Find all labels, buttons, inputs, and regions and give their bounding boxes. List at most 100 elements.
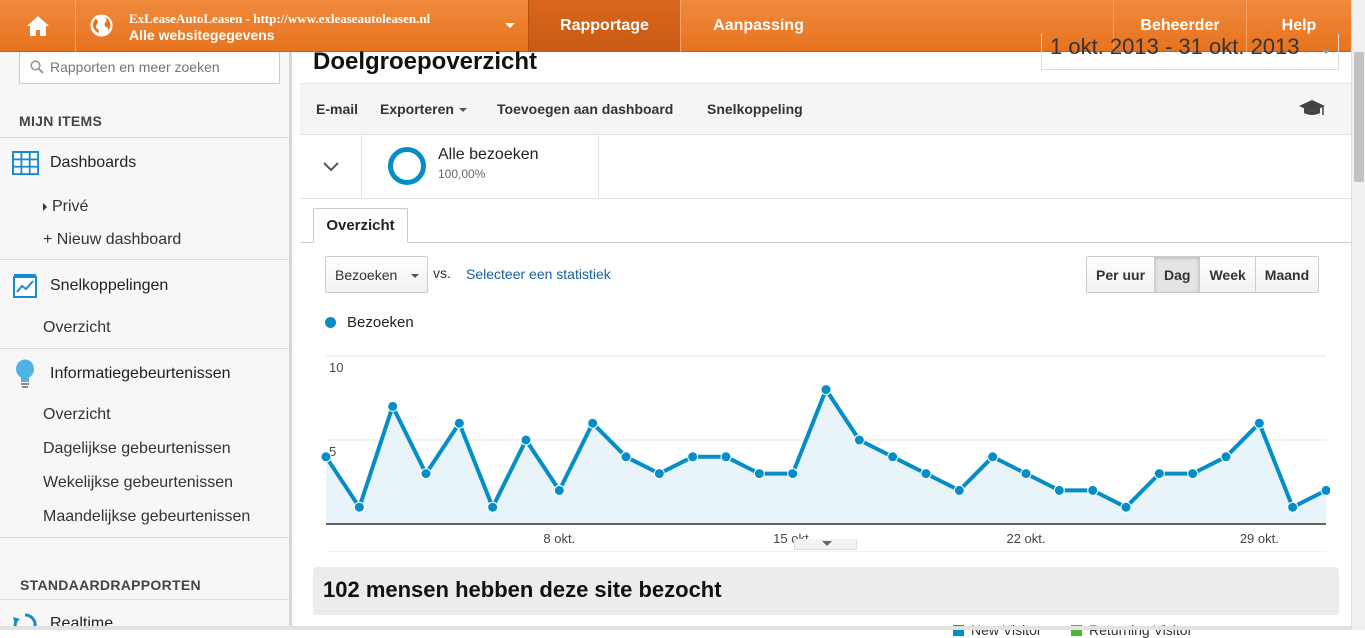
export-button[interactable]: Exporteren: [380, 101, 467, 117]
segment-percentage: 100,00%: [438, 167, 486, 181]
chevron-down-icon: [822, 541, 832, 546]
segment-toggle-button[interactable]: [300, 135, 362, 198]
caret-right-icon: [43, 202, 47, 211]
data-point: [1287, 501, 1299, 513]
dashboard-grid-icon: [11, 151, 39, 175]
shortcut-chart-icon: [13, 274, 37, 298]
data-point: [1087, 484, 1099, 496]
data-point: [1253, 417, 1265, 429]
metric-dropdown[interactable]: Bezoeken: [325, 256, 428, 293]
segment-name: Alle bezoeken: [438, 146, 539, 163]
sidebar-item-prive[interactable]: Privé: [43, 198, 88, 216]
search-input[interactable]: [50, 56, 270, 78]
granularity-week-button[interactable]: Week: [1200, 257, 1256, 292]
account-name: ExLeaseAutoLeasen - http://www.exleaseau…: [129, 11, 431, 26]
data-point: [1053, 484, 1065, 496]
sidebar-item-daily-events[interactable]: Dagelijkse gebeurtenissen: [43, 440, 231, 458]
add-to-dashboard-button[interactable]: Toevoegen aan dashboard: [497, 101, 673, 117]
data-point: [853, 434, 865, 446]
data-point: [653, 468, 665, 480]
new-dashboard-link[interactable]: + Nieuw dashboard: [43, 231, 181, 249]
tab-overzicht[interactable]: Overzicht: [313, 208, 408, 243]
sidebar-item-dashboards[interactable]: Dashboards: [0, 143, 289, 183]
pie-legend-new-visitor: New Visitor: [953, 622, 1042, 638]
data-point: [320, 451, 332, 463]
data-point: [553, 484, 565, 496]
data-point: [753, 468, 765, 480]
scrollbar-thumb[interactable]: [1354, 52, 1364, 182]
legend-label: Returning Visitor: [1089, 622, 1193, 638]
property-view-name: Alle websitegegevens: [129, 27, 275, 43]
visitors-summary-heading: 102 mensen hebben deze site bezocht: [313, 567, 1339, 615]
sidebar-item-weekly-events[interactable]: Wekelijkse gebeurtenissen: [43, 474, 233, 492]
page-scrollbar[interactable]: [1351, 0, 1365, 630]
shortcut-button[interactable]: Snelkoppeling: [707, 101, 803, 117]
segment-all-visits[interactable]: Alle bezoeken 100,00%: [362, 135, 599, 198]
sidebar-item-label: Informatiegebeurtenissen: [50, 365, 231, 382]
date-range-picker[interactable]: 1 okt. 2013 - 31 okt. 2013: [1041, 34, 1339, 70]
data-point: [987, 451, 999, 463]
sidebar-item-shortcuts-overview[interactable]: Overzicht: [43, 319, 111, 337]
report-search[interactable]: [19, 52, 280, 84]
divider: [0, 599, 289, 600]
data-point: [687, 451, 699, 463]
legend-series-name: Bezoeken: [347, 314, 414, 331]
visits-line-chart[interactable]: 1058 okt. 15 okt. 22 okt. 29 okt.: [320, 342, 1330, 552]
data-point: [453, 417, 465, 429]
data-point: [487, 501, 499, 513]
data-point: [820, 384, 832, 396]
sidebar-item-intelligence[interactable]: Informatiegebeurtenissen: [0, 354, 289, 394]
divider: [300, 242, 1351, 243]
data-point: [587, 417, 599, 429]
data-point: [1220, 451, 1232, 463]
divider: [0, 348, 289, 349]
email-button[interactable]: E-mail: [316, 101, 358, 117]
granularity-month-button[interactable]: Maand: [1255, 257, 1319, 292]
data-point: [520, 434, 532, 446]
chevron-down-icon: [1322, 50, 1330, 54]
chevron-down-icon: [322, 161, 339, 171]
data-point: [1187, 468, 1199, 480]
tab-rapportage[interactable]: Rapportage: [528, 0, 681, 52]
data-point: [387, 400, 399, 412]
chevron-down-icon: [458, 108, 467, 113]
legend-label: New Visitor: [971, 622, 1042, 638]
data-point: [1020, 468, 1032, 480]
x-tick-label: 22 okt.: [1006, 531, 1045, 546]
data-point: [353, 501, 365, 513]
data-point: [1320, 484, 1330, 496]
home-button[interactable]: [0, 0, 76, 52]
y-tick-label: 10: [329, 360, 343, 375]
chart-expand-handle[interactable]: [794, 539, 857, 550]
x-tick-label: 8 okt.: [543, 531, 575, 546]
lightbulb-icon: [16, 359, 34, 388]
tab-aanpassing[interactable]: Aanpassing: [682, 0, 835, 52]
account-selector[interactable]: ExLeaseAutoLeasen - http://www.exleaseau…: [77, 0, 527, 52]
sidebar-item-label: Dashboards: [50, 154, 137, 171]
data-point: [920, 468, 932, 480]
segment-bar: Alle bezoeken 100,00%: [300, 135, 1351, 199]
data-point: [420, 468, 432, 480]
sidebar-item-shortcuts[interactable]: Snelkoppelingen: [0, 266, 289, 306]
divider: [0, 537, 289, 538]
legend-dot: [325, 317, 336, 328]
divider: [0, 259, 289, 260]
sidebar-item-intelligence-overview[interactable]: Overzicht: [43, 406, 111, 424]
sidebar-item-monthly-events[interactable]: Maandelijkse gebeurtenissen: [43, 508, 250, 526]
select-statistic-link[interactable]: Selecteer een statistiek: [466, 266, 611, 282]
vs-label: vs.: [433, 265, 451, 281]
graduation-cap-icon[interactable]: [1298, 98, 1326, 118]
x-tick-label: 29 okt.: [1240, 531, 1279, 546]
data-point: [620, 451, 632, 463]
granularity-day-button[interactable]: Dag: [1155, 257, 1201, 292]
globe-icon: [90, 14, 113, 37]
report-action-bar: E-mail Exporteren Toevoegen aan dashboar…: [300, 83, 1351, 135]
data-point: [953, 484, 965, 496]
sidebar-item-label: Privé: [52, 198, 89, 215]
chevron-down-icon: [505, 23, 515, 28]
data-point: [887, 451, 899, 463]
granularity-per-hour-button[interactable]: Per uur: [1087, 257, 1156, 292]
metric-dropdown-value: Bezoeken: [335, 267, 398, 283]
home-icon: [26, 16, 49, 36]
chevron-down-icon: [411, 274, 419, 278]
